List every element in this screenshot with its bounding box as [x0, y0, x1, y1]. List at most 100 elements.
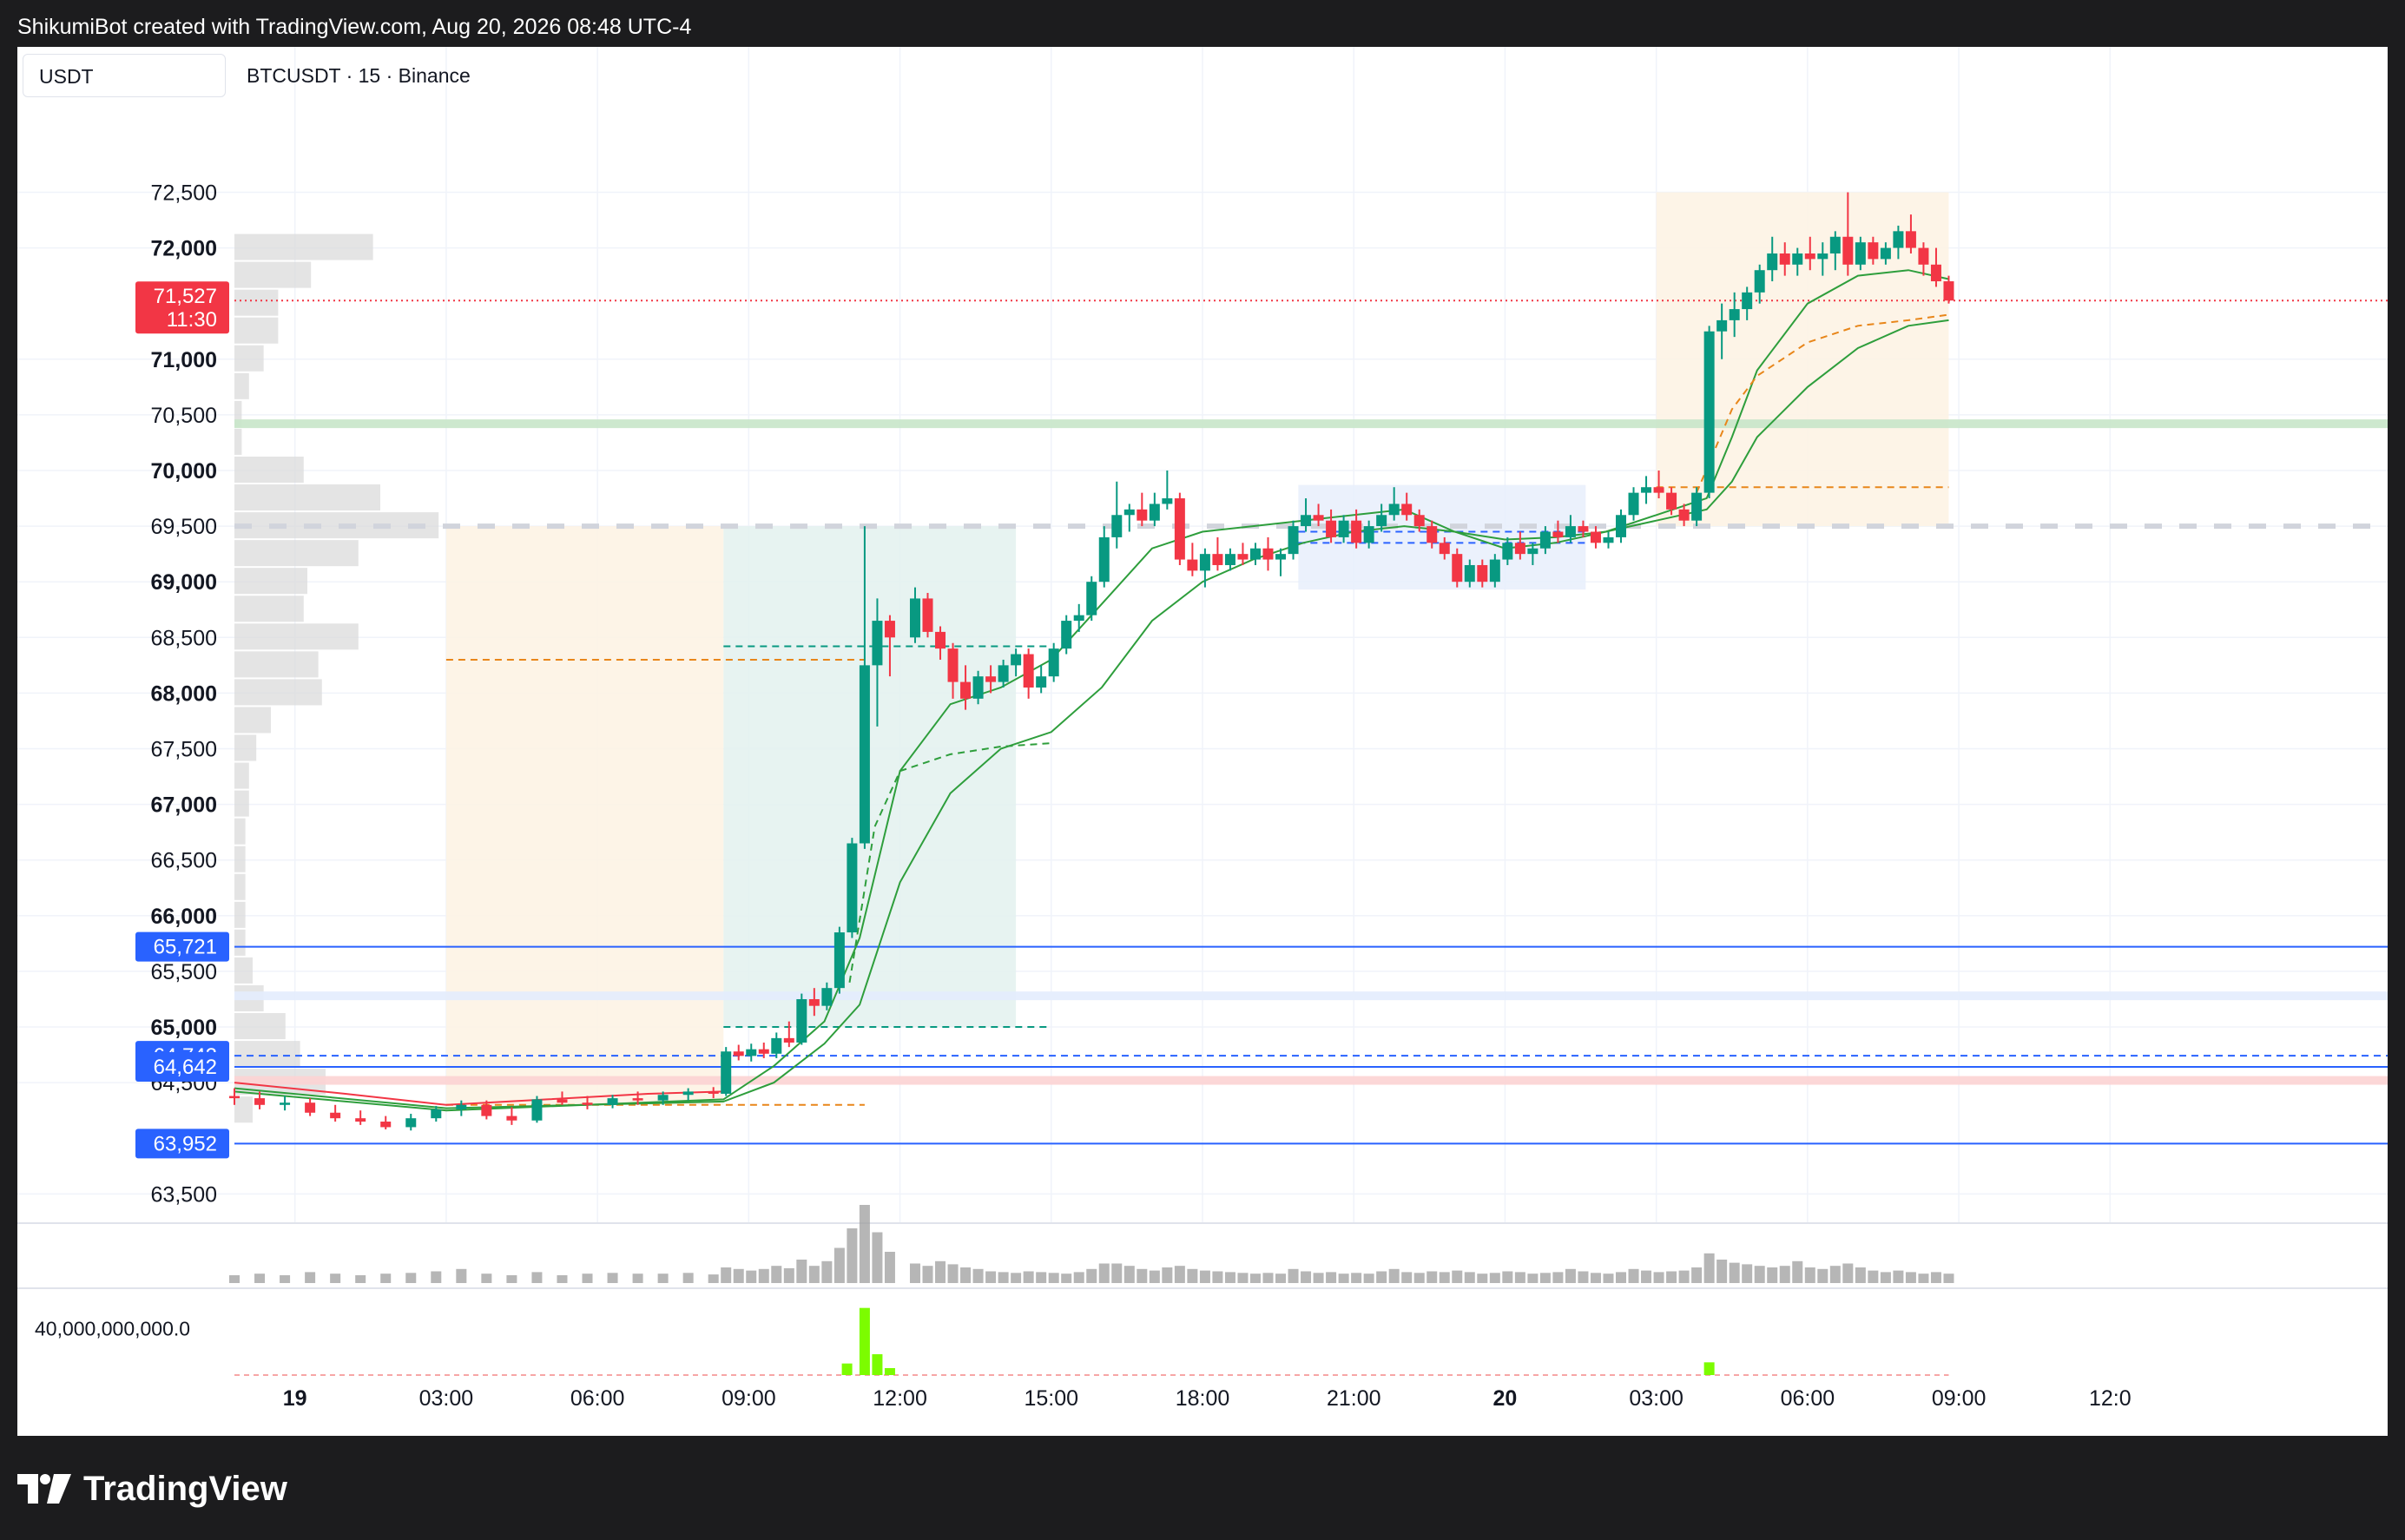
candle-body — [1666, 492, 1677, 510]
volume-profile-bar — [234, 317, 279, 344]
zone-long — [445, 526, 724, 1105]
price-tick-label: 63,500 — [151, 1182, 217, 1207]
candle-body — [972, 676, 984, 699]
candle-body — [1842, 236, 1854, 265]
volume-profile-bar — [234, 484, 380, 511]
volume-bar — [783, 1267, 794, 1283]
candle-body — [657, 1095, 669, 1101]
time-tick-label: 06:00 — [1781, 1386, 1835, 1411]
oscillator-bar — [859, 1307, 870, 1375]
time-tick-label: 09:00 — [1932, 1386, 1987, 1411]
candle-body — [1275, 554, 1287, 560]
price-tick-label: 68,500 — [151, 626, 217, 650]
candle-body — [607, 1098, 618, 1105]
candle-body — [456, 1104, 467, 1109]
volume-bar — [960, 1267, 972, 1283]
volume-bar — [682, 1273, 694, 1283]
price-tick-label: 71,000 — [151, 348, 217, 372]
volume-bar — [1590, 1273, 1601, 1283]
candle-body — [1868, 242, 1879, 260]
volume-bar — [1502, 1271, 1513, 1283]
candle-body — [960, 681, 972, 699]
candle-body — [1565, 526, 1576, 537]
candle-body — [1792, 253, 1803, 265]
volume-bar — [1464, 1272, 1475, 1283]
candle-body — [355, 1118, 366, 1122]
volume-bar — [1754, 1266, 1765, 1283]
volume-bar — [1779, 1266, 1790, 1283]
candle-body — [1716, 319, 1728, 332]
candle-body — [1174, 498, 1185, 560]
volume-bar — [1086, 1268, 1097, 1283]
candle-body — [1767, 253, 1778, 271]
volume-bar — [1716, 1260, 1728, 1283]
volume-bar — [355, 1275, 366, 1283]
volume-bar — [1880, 1272, 1891, 1283]
candle-body — [1061, 621, 1072, 649]
candle-body — [1678, 509, 1690, 521]
volume-bar — [254, 1273, 266, 1283]
volume-bar — [1111, 1263, 1123, 1283]
volume-bar — [657, 1273, 669, 1283]
candle-body — [1401, 503, 1413, 516]
candle-body — [1489, 559, 1500, 582]
price-tick-label: 67,500 — [151, 738, 217, 762]
volume-bar — [229, 1275, 240, 1283]
price-badge-label: 63,952 — [154, 1132, 217, 1155]
candle-body — [1918, 247, 1929, 265]
candle-body — [1338, 520, 1349, 537]
candle-body — [1514, 543, 1525, 555]
volume-bar — [1930, 1272, 1941, 1283]
candle-body — [582, 1102, 593, 1105]
time-tick-label: 20 — [1493, 1386, 1518, 1411]
candle-body — [1011, 654, 1022, 666]
volume-bar — [607, 1273, 618, 1283]
currency-selector[interactable]: USDT — [23, 54, 226, 97]
price-tick-label: 70,500 — [151, 404, 217, 428]
candle-body — [1893, 231, 1904, 248]
volume-bar — [305, 1272, 316, 1283]
candle-body — [1729, 309, 1740, 320]
volume-bar — [1313, 1273, 1324, 1283]
volume-profile-bar — [234, 261, 312, 288]
volume-bar — [456, 1268, 467, 1283]
volume-bar — [1439, 1272, 1450, 1283]
volume-profile-bar — [234, 428, 242, 455]
volume-bar — [1666, 1271, 1677, 1283]
candle-body — [1691, 492, 1703, 521]
time-tick-label: 21:00 — [1327, 1386, 1381, 1411]
candle-body — [1703, 331, 1715, 493]
volume-profile-bar — [234, 901, 246, 928]
volume-bar — [847, 1228, 858, 1283]
chart-panel[interactable]: 40,000,000,000.0 72,500 72,000 71,000 70,500… — [17, 47, 2388, 1436]
volume-bar — [1855, 1267, 1866, 1283]
volume-profile-bar — [234, 540, 359, 567]
candle-body — [1628, 492, 1639, 516]
volume-bar — [1804, 1267, 1815, 1283]
level-band — [234, 991, 2388, 1001]
price-chart[interactable]: 40,000,000,000.0 72,500 72,000 71,000 70,500… — [17, 47, 2388, 1436]
volume-bar — [1187, 1268, 1198, 1283]
candle-body — [305, 1102, 316, 1113]
candle-body — [1376, 515, 1387, 527]
candle-body — [1880, 247, 1891, 260]
volume-bar — [872, 1232, 883, 1283]
volume-profile-bar — [234, 289, 279, 316]
candle-body — [1552, 531, 1564, 537]
volume-profile-bar — [234, 456, 304, 484]
symbol-title: BTCUSDT · 15 · Binance — [247, 64, 471, 87]
price-tick-label: 66,500 — [151, 849, 217, 873]
volume-bar — [1868, 1270, 1879, 1283]
volume-bar — [1073, 1272, 1084, 1283]
volume-bar — [808, 1266, 820, 1283]
candle-body — [1413, 515, 1425, 527]
candle-body — [859, 665, 870, 844]
candle-body — [1249, 548, 1261, 560]
volume-bar — [1149, 1270, 1160, 1283]
candle-body — [330, 1112, 341, 1119]
price-badge-label: 65,721 — [154, 936, 217, 959]
volume-bar — [733, 1268, 744, 1283]
volume-bar — [1628, 1268, 1639, 1283]
candle-body — [1539, 531, 1551, 549]
candle-body — [254, 1098, 266, 1105]
